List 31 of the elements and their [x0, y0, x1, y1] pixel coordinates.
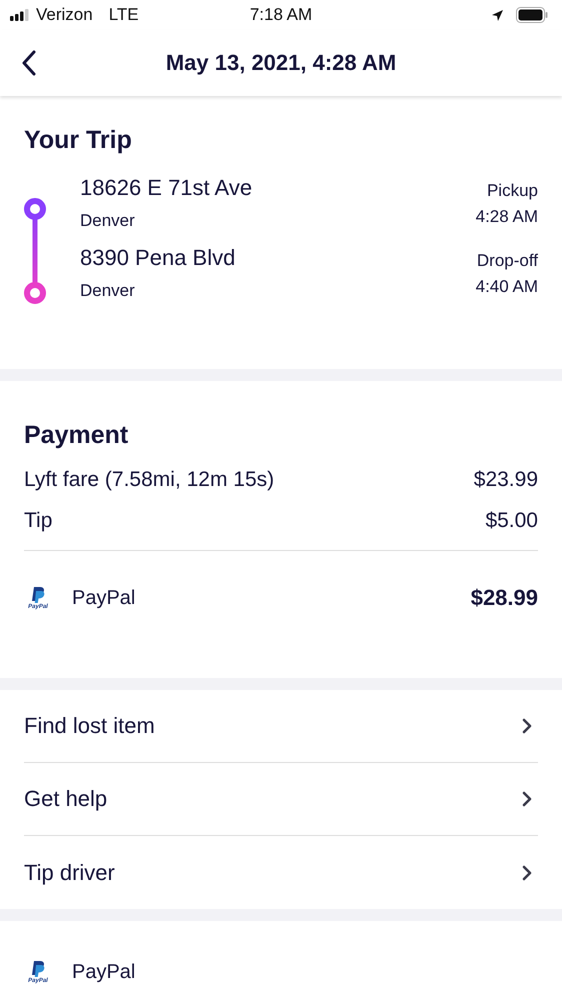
- stop-address: 8390 Pena Blvd: [80, 245, 236, 271]
- stop-address: 18626 E 71st Ave: [80, 175, 252, 201]
- network-type: LTE: [108, 5, 139, 25]
- location-arrow-icon: [491, 8, 504, 22]
- fare-amount: $23.99: [474, 468, 538, 492]
- menu-row[interactable]: Get help: [24, 763, 538, 836]
- page-title: May 13, 2021, 4:28 AM: [166, 50, 396, 76]
- fare-amount: $5.00: [485, 509, 538, 533]
- menu-row[interactable]: Find lost item: [24, 690, 538, 763]
- menu-row[interactable]: Tip driver: [24, 836, 538, 909]
- chevron-right-icon: [522, 791, 532, 807]
- chevron-right-icon: [522, 864, 532, 880]
- stop-time: 4:40 AM: [476, 277, 538, 297]
- stop-label: Drop-off: [476, 251, 538, 271]
- chevron-right-icon: [522, 718, 532, 734]
- total-amount: $28.99: [470, 585, 538, 611]
- stop-city: Denver: [80, 281, 136, 301]
- battery-icon: [516, 7, 548, 23]
- stop-label: Pickup: [486, 181, 538, 201]
- payment-method-name: PayPal: [72, 961, 136, 984]
- stop-time: 4:28 AM: [476, 207, 538, 227]
- section-heading: Payment: [24, 421, 130, 450]
- fare-label: Tip: [24, 509, 52, 533]
- route-line-icon: [22, 196, 48, 306]
- payment-method-name: PayPal: [72, 586, 136, 610]
- stop-city: Denver: [80, 211, 136, 231]
- fare-label: Lyft fare (7.58mi, 12m 15s): [24, 468, 274, 492]
- signal-icon: [10, 9, 30, 21]
- status-time: 7:18 AM: [250, 5, 312, 25]
- carrier-name: Verizon: [36, 5, 93, 25]
- section-heading: Your Trip: [24, 126, 133, 155]
